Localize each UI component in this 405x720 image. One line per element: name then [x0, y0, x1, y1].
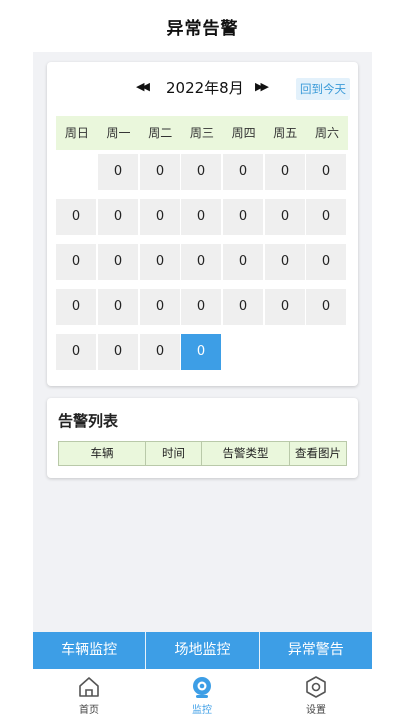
next-month-icon[interactable]: ▶▶: [255, 80, 269, 93]
day-cell[interactable]: 0: [265, 244, 305, 280]
nav-item-monitor[interactable]: 监控: [172, 675, 232, 716]
day-cell[interactable]: 0: [181, 289, 221, 325]
day-cell[interactable]: 0: [223, 199, 263, 235]
weekday-fri: 周五: [273, 126, 298, 140]
monitor-tabbar: 车辆监控 场地监控 异常警告: [33, 632, 372, 669]
day-cell[interactable]: 0: [98, 199, 138, 235]
day-cell-today[interactable]: 0: [181, 334, 221, 370]
day-cell[interactable]: 0: [181, 154, 221, 190]
content-area: ◀◀ 2022年8月 ▶▶ 回到今天 周日 周一 周二 周三 周四 周五 周六 …: [33, 52, 372, 632]
weekday-sun: 周日: [64, 126, 89, 140]
day-cell[interactable]: 0: [223, 154, 263, 190]
day-cell[interactable]: 0: [98, 154, 138, 190]
nav-label-settings: 设置: [306, 705, 326, 716]
day-cell[interactable]: 0: [140, 244, 180, 280]
alarm-table-header: 车辆 时间 告警类型 查看图片: [58, 441, 347, 466]
calendar-card: ◀◀ 2022年8月 ▶▶ 回到今天 周日 周一 周二 周三 周四 周五 周六 …: [47, 62, 358, 386]
day-cell[interactable]: 0: [265, 154, 305, 190]
tab-abnormal-warning[interactable]: 异常警告: [260, 632, 372, 669]
day-cell[interactable]: 0: [140, 154, 180, 190]
day-cell[interactable]: 0: [223, 244, 263, 280]
tab-site-monitor[interactable]: 场地监控: [146, 632, 260, 669]
nav-item-settings[interactable]: 设置: [286, 675, 346, 716]
nav-item-home[interactable]: 首页: [59, 675, 119, 716]
weekday-header: 周日 周一 周二 周三 周四 周五 周六: [56, 116, 348, 150]
header: 异常告警: [0, 0, 405, 52]
prev-month-icon[interactable]: ◀◀: [136, 80, 150, 93]
day-cell[interactable]: 0: [306, 244, 346, 280]
day-cell[interactable]: 0: [98, 334, 138, 370]
settings-hexagon-icon: [306, 676, 326, 698]
month-navigation: ◀◀ 2022年8月 ▶▶ 回到今天: [47, 62, 358, 116]
camera-icon: [193, 677, 211, 698]
day-cell[interactable]: 0: [140, 289, 180, 325]
column-header-vehicle: 车辆: [59, 442, 146, 465]
column-header-time: 时间: [146, 442, 202, 465]
day-cell[interactable]: 0: [98, 289, 138, 325]
nav-label-monitor: 监控: [192, 705, 212, 716]
weekday-wed: 周三: [189, 126, 214, 140]
tab-vehicle-monitor[interactable]: 车辆监控: [33, 632, 147, 669]
day-cell[interactable]: 0: [265, 289, 305, 325]
weekday-mon: 周一: [106, 126, 131, 140]
day-cell[interactable]: 0: [56, 244, 96, 280]
column-header-alarm-type: 告警类型: [202, 442, 290, 465]
day-cell[interactable]: 0: [265, 199, 305, 235]
day-cell[interactable]: 0: [140, 199, 180, 235]
day-cell[interactable]: 0: [306, 154, 346, 190]
day-cell[interactable]: 0: [223, 289, 263, 325]
alarm-list-title: 告警列表: [58, 412, 119, 430]
bottom-navigation: 首页 监控 设置: [0, 669, 405, 720]
month-label: 2022年8月: [166, 79, 244, 97]
day-cell[interactable]: 0: [98, 244, 138, 280]
page-title: 异常告警: [166, 18, 239, 39]
home-icon: [79, 677, 99, 697]
day-cell[interactable]: 0: [306, 199, 346, 235]
day-cell[interactable]: 0: [140, 334, 180, 370]
weekday-thu: 周四: [231, 126, 256, 140]
day-cell[interactable]: 0: [181, 244, 221, 280]
weekday-tue: 周二: [148, 126, 173, 140]
day-cell[interactable]: 0: [181, 199, 221, 235]
back-to-today-button[interactable]: 回到今天: [296, 78, 350, 100]
alarm-list-card: 告警列表 车辆 时间 告警类型 查看图片: [47, 398, 358, 478]
column-header-view-image: 查看图片: [295, 446, 341, 460]
day-cell[interactable]: 0: [56, 199, 96, 235]
day-cell[interactable]: 0: [56, 289, 96, 325]
day-cell[interactable]: 0: [56, 334, 96, 370]
weekday-sat: 周六: [314, 126, 339, 140]
nav-label-home: 首页: [79, 705, 99, 716]
day-cell[interactable]: 0: [306, 289, 346, 325]
